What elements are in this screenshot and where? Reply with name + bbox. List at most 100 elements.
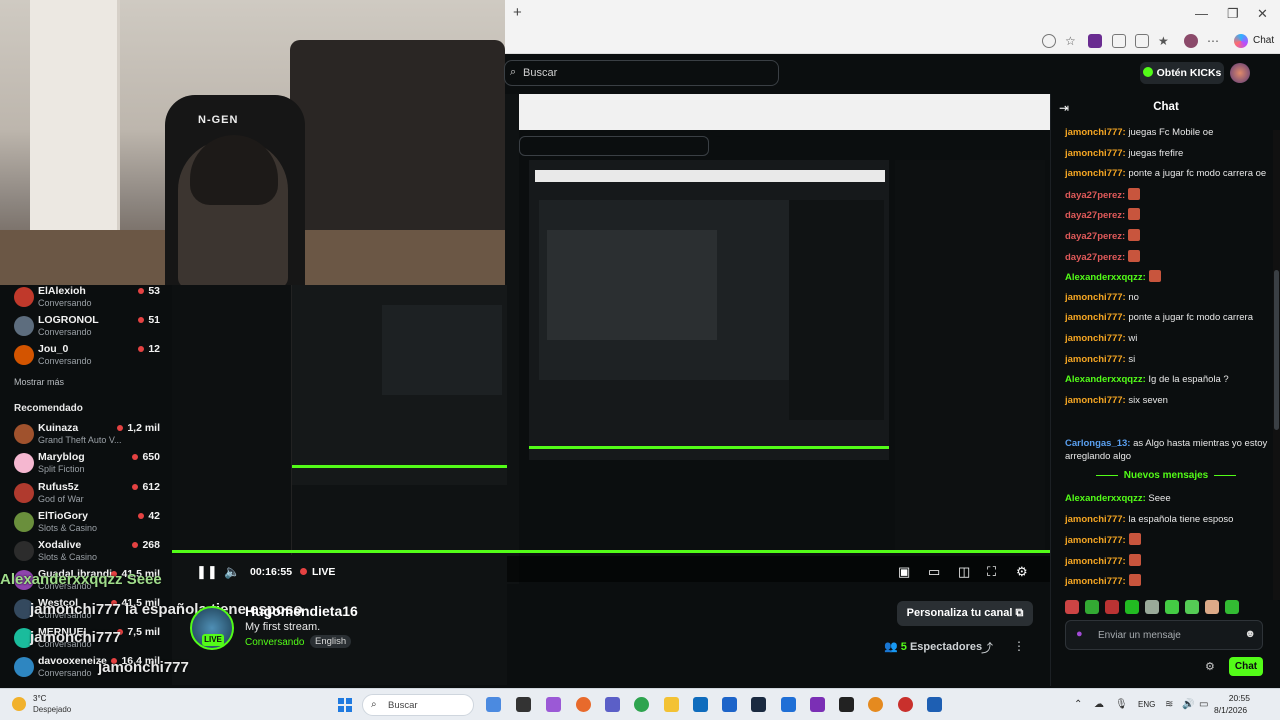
favorites-icon[interactable]: ★ bbox=[1158, 34, 1172, 48]
chat-username[interactable]: Alexanderxxqqzz: bbox=[1065, 272, 1146, 283]
refresh-ext-icon[interactable] bbox=[1112, 34, 1126, 48]
video-progress-bar[interactable] bbox=[505, 550, 1050, 553]
search-input[interactable]: ⌕ Buscar bbox=[504, 60, 779, 86]
clip-icon[interactable]: ◫ bbox=[958, 564, 970, 580]
chevron-up-icon[interactable]: ⌃ bbox=[1074, 699, 1082, 710]
extension-icon[interactable] bbox=[1135, 34, 1149, 48]
chat-username[interactable]: Carlongas_13: bbox=[1065, 438, 1130, 449]
minimize-button[interactable]: — bbox=[1195, 6, 1208, 21]
battery-icon[interactable]: ▭ bbox=[1199, 699, 1208, 710]
chat-username[interactable]: Alexanderxxqqzz: bbox=[1065, 493, 1146, 504]
store-icon[interactable] bbox=[781, 697, 796, 712]
show-more-link[interactable]: Mostrar más bbox=[14, 377, 64, 387]
wifi-icon[interactable]: ≋ bbox=[1165, 699, 1173, 710]
emote-icon[interactable] bbox=[1165, 600, 1179, 614]
emote-icon[interactable] bbox=[1105, 600, 1119, 614]
sidebar-item-recommended[interactable]: Rufus5z God of War 612 bbox=[14, 481, 164, 509]
settings-icon[interactable]: ⚙ bbox=[1016, 564, 1028, 580]
translate-icon[interactable] bbox=[1042, 34, 1056, 48]
kick-app-icon[interactable] bbox=[810, 697, 825, 712]
cloud-icon[interactable]: ☁ bbox=[1094, 699, 1104, 710]
copilot-chat-label[interactable]: Chat bbox=[1253, 35, 1274, 46]
chat-username[interactable]: daya27perez: bbox=[1065, 231, 1125, 242]
sidebar-item-recommended[interactable]: Xodalive Slots & Casino 268 bbox=[14, 539, 164, 567]
share-icon[interactable]: ⤴ bbox=[981, 639, 993, 656]
edge-icon[interactable] bbox=[634, 697, 649, 712]
emote-icon[interactable] bbox=[1225, 600, 1239, 614]
more-options-icon[interactable]: ⋮ bbox=[1013, 639, 1025, 653]
chat-username[interactable]: jamonchi777: bbox=[1065, 127, 1126, 138]
firefox-icon[interactable] bbox=[576, 697, 591, 712]
close-window-button[interactable]: ✕ bbox=[1257, 6, 1268, 22]
app-icon[interactable] bbox=[868, 697, 883, 712]
chat-username[interactable]: daya27perez: bbox=[1065, 190, 1125, 201]
clock-time[interactable]: 20:55 bbox=[1228, 693, 1250, 703]
chat-username[interactable]: jamonchi777: bbox=[1065, 514, 1126, 525]
weather-icon[interactable] bbox=[12, 697, 26, 711]
clock-date[interactable]: 8/1/2026 bbox=[1214, 705, 1247, 715]
emote-icon[interactable] bbox=[1085, 600, 1099, 614]
chat-username[interactable]: jamonchi777: bbox=[1065, 168, 1126, 179]
fullscreen-icon[interactable]: ⛶ bbox=[987, 564, 996, 580]
chat-username[interactable]: jamonchi777: bbox=[1065, 354, 1126, 365]
emote-icon[interactable] bbox=[1065, 600, 1079, 614]
streamer-name[interactable]: Hugomendieta16 bbox=[245, 603, 358, 619]
maximize-button[interactable]: ❐ bbox=[1227, 6, 1239, 22]
app-icon[interactable] bbox=[486, 697, 501, 712]
start-button[interactable] bbox=[338, 698, 352, 712]
chat-username[interactable]: jamonchi777: bbox=[1065, 148, 1126, 159]
app-icon[interactable] bbox=[751, 697, 766, 712]
chat-send-button[interactable]: Chat bbox=[1229, 657, 1263, 676]
file-explorer-icon[interactable] bbox=[664, 697, 679, 712]
pip-icon[interactable]: ▣ bbox=[898, 564, 910, 580]
taskbar-search[interactable]: ⌕ Buscar bbox=[362, 694, 474, 716]
sidebar-item-recommended[interactable]: Maryblog Split Fiction 650 bbox=[14, 451, 164, 479]
theater-icon[interactable]: ▭ bbox=[928, 564, 940, 580]
capcut-icon[interactable] bbox=[839, 697, 854, 712]
chat-username[interactable]: jamonchi777: bbox=[1065, 333, 1126, 344]
emote-icon[interactable] bbox=[1205, 600, 1219, 614]
language-tag[interactable]: English bbox=[310, 635, 352, 648]
app-icon[interactable] bbox=[927, 697, 942, 712]
new-tab-button[interactable]: + bbox=[513, 4, 522, 21]
emoji-icon[interactable]: ☻ bbox=[1244, 628, 1256, 640]
stream-category[interactable]: Conversando bbox=[245, 637, 304, 648]
chat-username[interactable]: daya27perez: bbox=[1065, 210, 1125, 221]
pause-icon[interactable]: ❚❚ bbox=[196, 564, 218, 580]
copilot-app-icon[interactable] bbox=[546, 697, 561, 712]
chat-username[interactable]: jamonchi777: bbox=[1065, 576, 1126, 587]
emote-icon[interactable] bbox=[1145, 600, 1159, 614]
video-player[interactable] bbox=[505, 94, 1050, 584]
teams-icon[interactable] bbox=[605, 697, 620, 712]
sidebar-item-following[interactable]: ElAlexioh Conversando 53 bbox=[14, 285, 164, 313]
menu-dots-icon[interactable]: ⋯ bbox=[1207, 34, 1221, 48]
chat-username[interactable]: jamonchi777: bbox=[1065, 556, 1126, 567]
chat-username[interactable]: jamonchi777: bbox=[1065, 292, 1126, 303]
chat-message-input[interactable]: ● Enviar un mensaje ☻ bbox=[1065, 620, 1263, 650]
page-scrollbar[interactable] bbox=[1273, 130, 1280, 600]
profile-icon[interactable] bbox=[1184, 34, 1198, 48]
chat-username[interactable]: jamonchi777: bbox=[1065, 312, 1126, 323]
mic-icon[interactable]: ● bbox=[1076, 628, 1083, 640]
customize-channel-button[interactable]: Personaliza tu canal ⧉ bbox=[897, 601, 1033, 626]
roblox-icon[interactable] bbox=[898, 697, 913, 712]
chat-username[interactable]: daya27perez: bbox=[1065, 252, 1125, 263]
task-view-icon[interactable] bbox=[516, 697, 531, 712]
microphone-icon[interactable]: 🎙 bbox=[1115, 699, 1128, 710]
sidebar-item-following[interactable]: Jou_0 Conversando 12 bbox=[14, 343, 164, 371]
emote-icon[interactable] bbox=[1185, 600, 1199, 614]
chat-settings-icon[interactable]: ⚙ bbox=[1205, 660, 1215, 673]
star-icon[interactable]: ☆ bbox=[1065, 34, 1079, 48]
speaker-icon[interactable]: 🔊 bbox=[1182, 699, 1194, 710]
sidebar-item-following[interactable]: LOGRONOL Conversando 51 bbox=[14, 314, 164, 342]
outlook-icon[interactable] bbox=[693, 697, 708, 712]
chat-username[interactable]: jamonchi777: bbox=[1065, 535, 1126, 546]
volume-icon[interactable]: 🔈 bbox=[224, 564, 240, 580]
sidebar-item-recommended[interactable]: Kuinaza Grand Theft Auto V... 1,2 mil bbox=[14, 422, 164, 450]
sidebar-item-recommended[interactable]: ElTioGory Slots & Casino 42 bbox=[14, 510, 164, 538]
get-kicks-button[interactable]: Obtén KICKs bbox=[1140, 62, 1224, 84]
chat-username[interactable]: jamonchi777: bbox=[1065, 395, 1126, 406]
user-avatar[interactable] bbox=[1230, 63, 1250, 83]
copilot-icon[interactable] bbox=[1234, 34, 1248, 48]
scrollbar-thumb[interactable] bbox=[1274, 270, 1279, 430]
